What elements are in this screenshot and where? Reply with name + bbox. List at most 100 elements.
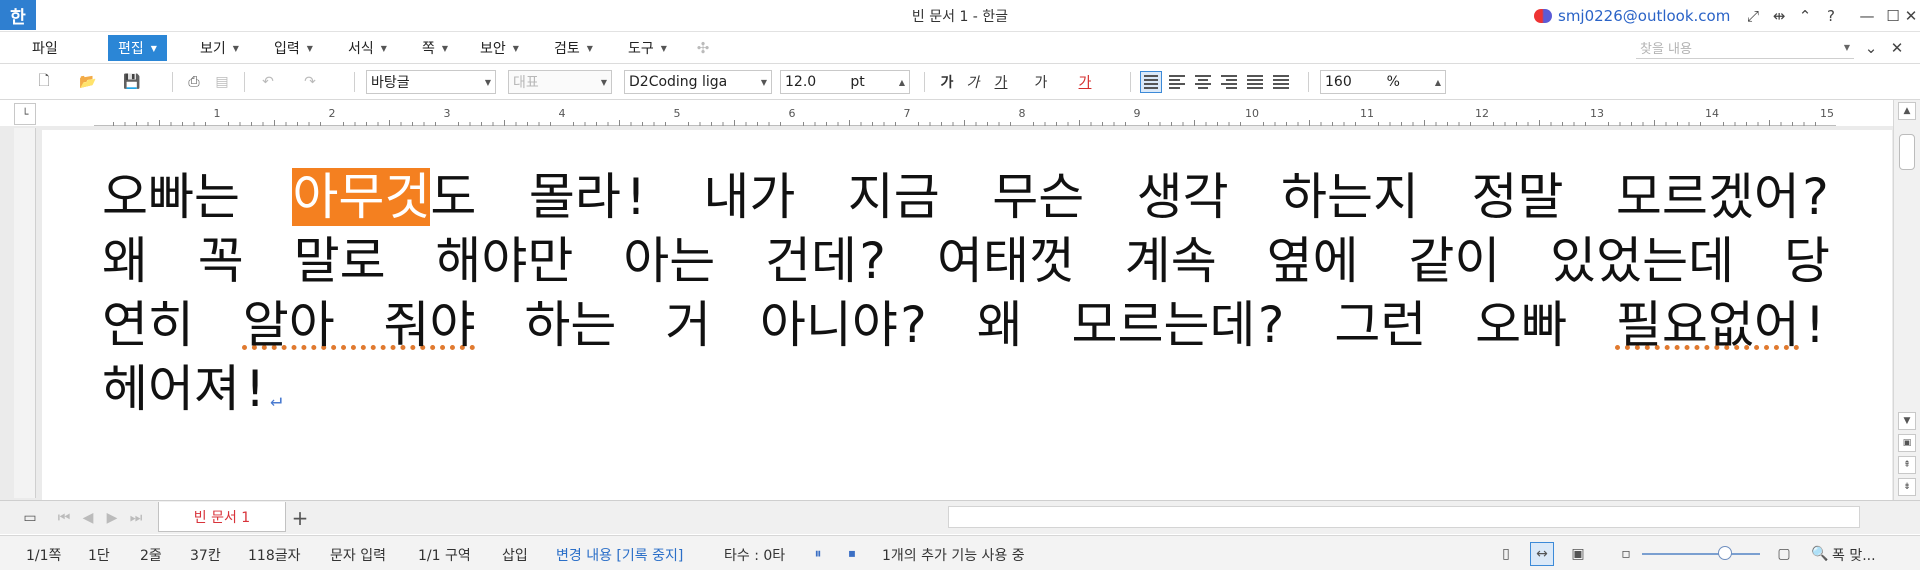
strikethrough-icon[interactable]: 가 bbox=[1030, 70, 1052, 94]
menu-tools-label: 도구 bbox=[628, 41, 654, 57]
menu-review-label: 검토 bbox=[554, 41, 580, 57]
underline-icon[interactable]: 가 bbox=[990, 70, 1012, 94]
italic-icon[interactable]: 가 bbox=[962, 70, 984, 94]
menu-page-label: 쪽 bbox=[422, 41, 435, 57]
last-tab-icon[interactable]: ⏭ bbox=[124, 506, 148, 530]
align-center-icon[interactable] bbox=[1192, 71, 1214, 93]
pause-icon[interactable]: ⏸ bbox=[806, 542, 830, 566]
status-input-mode[interactable]: 문자 입력 bbox=[330, 545, 386, 565]
chevron-updown-icon: ▲ bbox=[1434, 77, 1441, 87]
split-view-icon[interactable]: ⇹ bbox=[1766, 4, 1792, 28]
menu-insert-label: 입력 bbox=[274, 41, 300, 57]
status-insert[interactable]: 삽입 bbox=[502, 545, 528, 565]
distribute-icon[interactable] bbox=[1244, 71, 1266, 93]
style-value: 바탕글 bbox=[371, 75, 410, 91]
justify-icon[interactable] bbox=[1140, 71, 1162, 93]
menu-edit[interactable]: 편집 ▼ bbox=[108, 35, 167, 61]
bold-icon[interactable]: 가 bbox=[936, 70, 958, 94]
single-page-view-icon[interactable]: ▯ bbox=[1494, 542, 1518, 566]
page-width-view-icon[interactable]: ↔ bbox=[1530, 542, 1554, 566]
font-select[interactable]: D2Coding liga ▼ bbox=[624, 70, 772, 94]
zoom-select[interactable]: 160% ▲ bbox=[1320, 70, 1446, 94]
prev-tab-icon[interactable]: ◀ bbox=[76, 506, 100, 530]
new-document-icon[interactable]: 🗋 bbox=[32, 70, 56, 94]
status-track-changes[interactable]: 변경 내용 [기록 중지] bbox=[556, 545, 683, 565]
menu-view[interactable]: 보기 ▼ bbox=[190, 35, 249, 61]
status-bar: 1/1쪽 1단 2줄 37칸 118글자 문자 입력 1/1 구역 삽입 변경 … bbox=[0, 535, 1920, 570]
menu-format[interactable]: 서식 ▼ bbox=[338, 35, 397, 61]
zoom-slider[interactable] bbox=[1642, 553, 1760, 555]
zoom-in-icon[interactable]: ▢ bbox=[1772, 542, 1796, 566]
app-icon[interactable]: 한 bbox=[0, 0, 36, 30]
align-right-icon[interactable] bbox=[1218, 71, 1240, 93]
ruler-label: 8 bbox=[1019, 107, 1026, 120]
zoom-out-icon[interactable]: ▫ bbox=[1614, 542, 1638, 566]
ribbon-toggle-icon[interactable]: ⌃ bbox=[1792, 4, 1818, 28]
scroll-up-icon[interactable]: ▲ bbox=[1898, 102, 1916, 120]
hwp-window: 한 빈 문서 1 - 한글 smj0226@outlook.com ⤢ ⇹ ⌃ … bbox=[0, 0, 1920, 570]
align-left-icon[interactable] bbox=[1166, 71, 1188, 93]
minimize-icon[interactable]: — bbox=[1854, 4, 1880, 28]
preview-icon[interactable]: ▤ bbox=[210, 70, 234, 94]
fullscreen-icon[interactable]: ⤢ bbox=[1740, 4, 1766, 28]
prev-page-icon[interactable]: ⇞ bbox=[1898, 456, 1916, 474]
scroll-down-icon[interactable]: ▼ bbox=[1898, 412, 1916, 430]
menu-security[interactable]: 보안 ▼ bbox=[470, 35, 529, 61]
tab-type-icon[interactable]: └ bbox=[14, 103, 36, 125]
zoom-slider-thumb[interactable] bbox=[1718, 546, 1732, 560]
stop-icon[interactable]: ⏹ bbox=[840, 542, 864, 566]
vertical-ruler[interactable] bbox=[14, 128, 36, 498]
menu-tools[interactable]: 도구 ▼ bbox=[618, 35, 677, 61]
page-view-icon[interactable]: ▣ bbox=[1898, 434, 1916, 452]
help-icon[interactable]: ? bbox=[1818, 4, 1844, 28]
tab-label: 빈 문서 1 bbox=[193, 509, 251, 526]
font-size-select[interactable]: 12.0 pt ▲ bbox=[780, 70, 910, 94]
open-folder-icon[interactable]: 📂 bbox=[76, 70, 100, 94]
chevron-down-icon: ▼ bbox=[484, 77, 491, 87]
spellcheck-text: 알아 줘야 bbox=[242, 296, 476, 354]
font-color-icon[interactable]: 가 bbox=[1074, 70, 1096, 94]
tab-document-1[interactable]: 빈 문서 1 bbox=[158, 502, 286, 532]
chevron-updown-icon: ▲ bbox=[898, 77, 905, 87]
first-tab-icon[interactable]: ⏮ bbox=[52, 506, 76, 530]
menu-page[interactable]: 쪽 ▼ bbox=[412, 35, 458, 61]
document-text[interactable]: 오빠는 아무것도 몰라! 내가 지금 무슨 생각 하는지 정말 모르겠어? 왜 … bbox=[102, 165, 1830, 431]
outline-value: 대표 bbox=[513, 75, 539, 91]
next-tab-icon[interactable]: ▶ bbox=[100, 506, 124, 530]
close-search-icon[interactable]: ✕ bbox=[1884, 36, 1910, 60]
collapse-icon[interactable]: ⌄ bbox=[1858, 36, 1884, 60]
vertical-scrollbar[interactable]: ▲ ▼ ▣ ⇞ ⇟ bbox=[1893, 100, 1920, 500]
chevron-down-icon: ▼ bbox=[150, 43, 157, 53]
separator bbox=[354, 72, 355, 92]
print-icon[interactable]: ⎙ bbox=[182, 70, 206, 94]
plugin-icon[interactable]: ✣ bbox=[690, 36, 716, 60]
undo-icon[interactable]: ↶ bbox=[256, 70, 280, 94]
chevron-down-icon[interactable]: ▼ bbox=[1844, 43, 1850, 52]
next-page-icon[interactable]: ⇟ bbox=[1898, 478, 1916, 496]
search-box[interactable]: 찾을 내용 ▼ bbox=[1636, 37, 1854, 59]
status-line: 2줄 bbox=[140, 548, 162, 564]
close-icon[interactable]: ✕ bbox=[1902, 4, 1920, 28]
status-column: 1단 bbox=[88, 548, 110, 564]
add-tab-button[interactable]: + bbox=[288, 506, 312, 530]
chevron-down-icon: ▼ bbox=[441, 43, 449, 53]
split-icon[interactable] bbox=[1270, 71, 1292, 93]
magnifier-icon[interactable]: 🔍 bbox=[1808, 542, 1832, 566]
style-select[interactable]: 바탕글 ▼ bbox=[366, 70, 496, 94]
outline-select[interactable]: 대표 ▼ bbox=[508, 70, 612, 94]
menu-review[interactable]: 검토 ▼ bbox=[544, 35, 603, 61]
separator bbox=[924, 72, 925, 92]
full-page-view-icon[interactable]: ▣ bbox=[1566, 542, 1590, 566]
horizontal-ruler[interactable]: 1 2 3 4 5 6 7 8 9 10 11 12 13 14 15 bbox=[94, 104, 1836, 126]
status-zoom-fit[interactable]: 폭 맞... bbox=[1832, 545, 1876, 565]
account-area[interactable]: smj0226@outlook.com bbox=[1534, 6, 1730, 26]
save-icon[interactable]: 💾 bbox=[120, 70, 144, 94]
menu-insert[interactable]: 입력 ▼ bbox=[264, 35, 323, 61]
redo-icon[interactable]: ↷ bbox=[298, 70, 322, 94]
scroll-thumb[interactable] bbox=[1899, 134, 1915, 170]
menu-file[interactable]: 파일 bbox=[22, 35, 68, 61]
horizontal-scrollbar[interactable] bbox=[948, 506, 1860, 528]
comment-icon[interactable]: ▭ bbox=[18, 506, 42, 530]
menu-view-label: 보기 bbox=[200, 41, 226, 57]
status-addons[interactable]: 1개의 추가 기능 사용 중 bbox=[882, 545, 1025, 565]
